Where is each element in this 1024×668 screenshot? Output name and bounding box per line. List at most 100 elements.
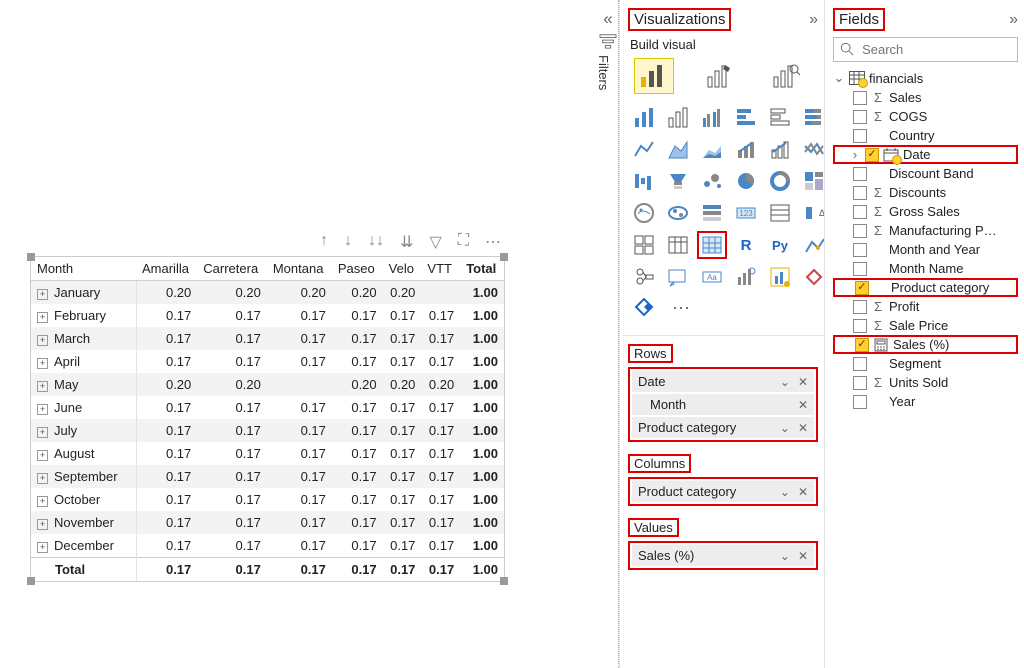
field-item[interactable]: ✓Sales (%) (833, 335, 1018, 354)
remove-field-icon[interactable]: ✕ (798, 398, 808, 412)
viz-type-icon[interactable] (766, 200, 794, 226)
field-well-columns[interactable]: Product category⌄✕ (628, 477, 818, 506)
field-item[interactable]: ›✓Date (833, 145, 1018, 164)
field-item[interactable]: ΣProfit (833, 297, 1018, 316)
remove-field-icon[interactable]: ✕ (798, 549, 808, 563)
row-header[interactable]: +February (31, 304, 136, 327)
viz-type-icon[interactable] (664, 136, 692, 162)
table-row[interactable]: +July0.170.170.170.170.170.171.00 (31, 419, 504, 442)
viz-type-icon[interactable] (630, 168, 658, 194)
expand-row-icon[interactable]: + (37, 473, 48, 484)
viz-type-icon[interactable] (630, 264, 658, 290)
expand-row-icon[interactable]: + (37, 312, 48, 323)
remove-field-icon[interactable]: ✕ (798, 375, 808, 389)
table-row[interactable]: +March0.170.170.170.170.170.171.00 (31, 327, 504, 350)
viz-type-icon[interactable]: Δ (800, 200, 824, 226)
row-header[interactable]: +March (31, 327, 136, 350)
expand-row-icon[interactable]: + (37, 289, 48, 300)
table-row[interactable]: +November0.170.170.170.170.170.171.00 (31, 511, 504, 534)
table-row[interactable]: +September0.170.170.170.170.170.171.00 (31, 465, 504, 488)
field-well-values[interactable]: Sales (%)⌄✕ (628, 541, 818, 570)
expand-hierarchy-icon[interactable]: ⇊ (400, 232, 413, 252)
row-header[interactable]: +June (31, 396, 136, 419)
field-item[interactable]: Year (833, 392, 1018, 411)
row-header[interactable]: +December (31, 534, 136, 558)
format-visual-tab[interactable] (700, 58, 740, 94)
viz-type-icon[interactable] (630, 232, 658, 258)
matrix-visual[interactable]: MonthAmarillaCarreteraMontanaPaseoVeloVT… (30, 256, 505, 582)
viz-type-icon[interactable] (766, 264, 794, 290)
analytics-tab[interactable] (766, 58, 806, 94)
more-visuals-icon[interactable]: ⋯ (672, 298, 692, 319)
field-item[interactable]: ΣManufacturing P… (833, 221, 1018, 240)
sort-desc-icon[interactable]: ↓ (344, 232, 352, 252)
expand-row-icon[interactable]: + (37, 450, 48, 461)
viz-type-icon[interactable] (732, 264, 760, 290)
field-item[interactable]: Segment (833, 354, 1018, 373)
row-header[interactable]: +January (31, 281, 136, 305)
column-header[interactable]: Carretera (197, 257, 267, 281)
field-well-rows[interactable]: Date⌄✕Month✕Product category⌄✕ (628, 367, 818, 442)
viz-type-icon[interactable] (732, 168, 760, 194)
table-row[interactable]: +December0.170.170.170.170.170.171.00 (31, 534, 504, 558)
field-item[interactable]: Discount Band (833, 164, 1018, 183)
expand-row-icon[interactable]: + (37, 496, 48, 507)
field-checkbox[interactable]: ✓ (865, 148, 879, 162)
table-row[interactable]: +January0.200.200.200.200.201.00 (31, 281, 504, 305)
column-header[interactable]: Velo (383, 257, 422, 281)
viz-type-icon[interactable]: 123 (732, 200, 760, 226)
viz-type-icon[interactable] (800, 168, 824, 194)
well-item[interactable]: Product category⌄✕ (632, 417, 814, 438)
field-item[interactable]: Month Name (833, 259, 1018, 278)
viz-type-icon[interactable] (698, 168, 726, 194)
field-item[interactable]: Country (833, 126, 1018, 145)
chevron-down-icon[interactable]: ⌄ (780, 549, 790, 563)
viz-type-icon[interactable] (800, 232, 824, 258)
more-options-icon[interactable]: ⋯ (485, 232, 503, 252)
field-item[interactable]: Month and Year (833, 240, 1018, 259)
field-checkbox[interactable]: ✓ (855, 338, 869, 352)
viz-type-icon[interactable]: R (732, 232, 760, 258)
fields-search[interactable] (833, 37, 1018, 62)
expand-row-icon[interactable]: + (37, 381, 48, 392)
row-header[interactable]: +May (31, 373, 136, 396)
well-item[interactable]: Product category⌄✕ (632, 481, 814, 502)
field-checkbox[interactable] (853, 91, 867, 105)
viz-type-icon[interactable] (698, 200, 726, 226)
chevron-down-icon[interactable]: ⌄ (833, 70, 845, 86)
field-checkbox[interactable] (853, 262, 867, 276)
expand-row-icon[interactable]: + (37, 519, 48, 530)
field-checkbox[interactable] (853, 300, 867, 314)
field-item[interactable]: ΣGross Sales (833, 202, 1018, 221)
column-header[interactable]: Paseo (332, 257, 383, 281)
row-header[interactable]: +September (31, 465, 136, 488)
sort-asc-icon[interactable]: ↑ (320, 232, 328, 252)
build-visual-tab[interactable] (634, 58, 674, 94)
report-canvas[interactable]: « Filters ↑ ↓ ↓↓ ⇊ ▽ ⛶ ⋯ MonthAmarillaCa… (0, 0, 619, 668)
viz-type-icon[interactable] (766, 104, 794, 130)
field-item[interactable]: ΣUnits Sold (833, 373, 1018, 392)
well-item[interactable]: Sales (%)⌄✕ (632, 545, 814, 566)
column-header[interactable]: Month (31, 257, 136, 281)
viz-type-icon[interactable] (732, 104, 760, 130)
viz-type-icon[interactable] (698, 136, 726, 162)
field-checkbox[interactable] (853, 243, 867, 257)
expand-row-icon[interactable]: + (37, 427, 48, 438)
drill-down-all-icon[interactable]: ↓↓ (368, 232, 384, 252)
field-checkbox[interactable] (853, 129, 867, 143)
table-row[interactable]: +June0.170.170.170.170.170.171.00 (31, 396, 504, 419)
viz-type-icon[interactable] (630, 104, 658, 130)
row-header[interactable]: +April (31, 350, 136, 373)
field-item[interactable]: ΣDiscounts (833, 183, 1018, 202)
viz-type-icon[interactable] (664, 104, 692, 130)
field-checkbox[interactable] (853, 205, 867, 219)
viz-type-icon[interactable] (630, 200, 658, 226)
field-item[interactable]: ΣSale Price (833, 316, 1018, 335)
table-node[interactable]: ⌄ financials (833, 68, 1018, 88)
field-item[interactable]: ✓Product category (833, 278, 1018, 297)
viz-type-icon[interactable] (766, 136, 794, 162)
viz-type-icon[interactable] (766, 168, 794, 194)
row-header[interactable]: +July (31, 419, 136, 442)
viz-type-icon[interactable] (664, 232, 692, 258)
row-header[interactable]: +August (31, 442, 136, 465)
